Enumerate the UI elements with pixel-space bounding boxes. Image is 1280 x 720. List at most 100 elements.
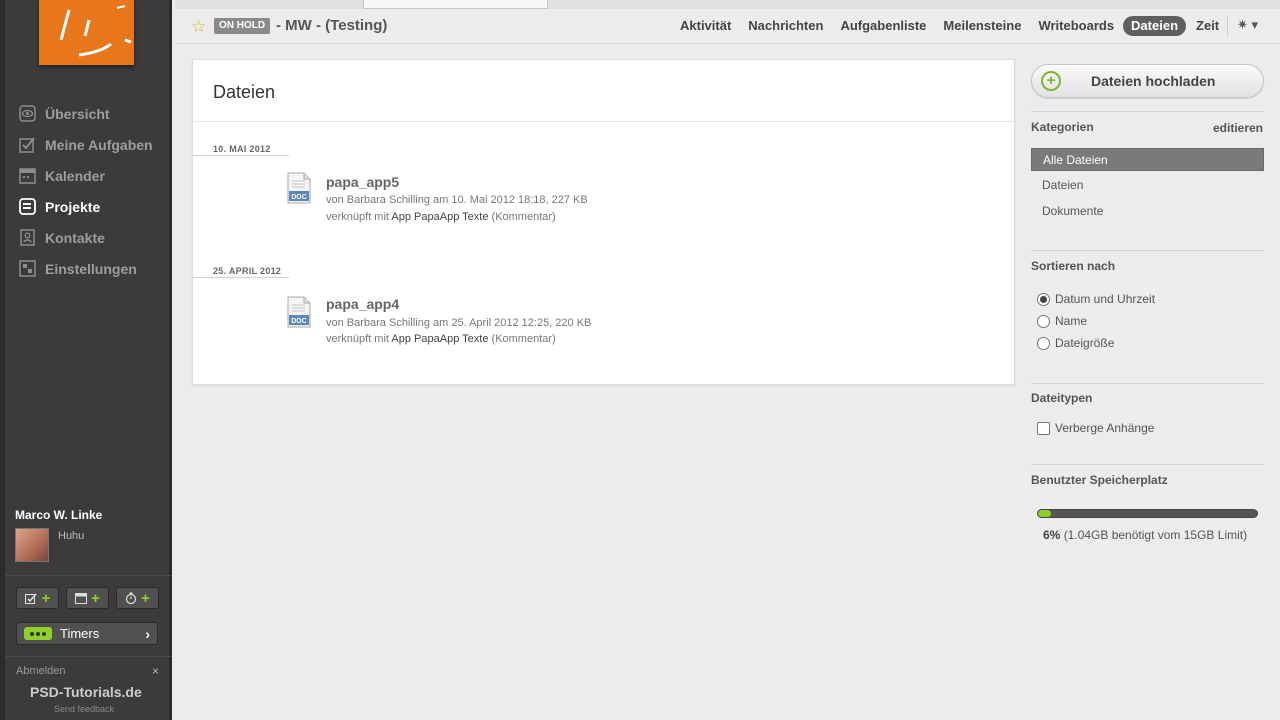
upload-label: Dateien hochladen	[1091, 73, 1216, 89]
category-all-files[interactable]: Alle Dateien	[1031, 148, 1264, 171]
date-underline	[193, 155, 289, 156]
app-logo[interactable]	[39, 0, 134, 65]
sort-option-label: Dateigröße	[1055, 336, 1115, 350]
section-divider	[1031, 383, 1264, 384]
storage-detail: (1.04GB benötigt vom 15GB Limit)	[1063, 528, 1248, 542]
tab-time[interactable]: Zeit	[1196, 16, 1219, 36]
user-status[interactable]: Huhu	[58, 530, 84, 542]
browser-tab-strip	[175, 0, 1280, 9]
sort-option-label: Datum und Uhrzeit	[1055, 292, 1156, 306]
sort-option-date[interactable]: Datum und Uhrzeit	[1037, 292, 1155, 306]
storage-progress-fill	[1038, 510, 1052, 517]
date-heading: 25. APRIL 2012	[213, 266, 282, 276]
nav-item-contacts[interactable]: Kontakte	[18, 222, 168, 253]
files-panel: Dateien 10. MAI 2012 DOC papa_app5 von B…	[192, 59, 1015, 385]
radio-button[interactable]	[1037, 336, 1050, 350]
eye-icon	[18, 104, 37, 123]
hide-attachments-option[interactable]: Verberge Anhänge	[1037, 421, 1154, 435]
logout-link[interactable]: Abmelden	[16, 665, 66, 677]
timer-icon	[24, 627, 52, 640]
file-linked-info: verknüpft mit App PapaApp Texte (Komment…	[326, 333, 556, 345]
project-tabs: Aktivität Nachrichten Aufgabenliste Meil…	[680, 16, 1236, 36]
send-feedback-link[interactable]: Send feedback	[54, 704, 114, 714]
radio-selected-dot	[1040, 295, 1047, 303]
storage-progress-bar	[1037, 509, 1258, 518]
nav-item-my-tasks[interactable]: Meine Aufgaben	[18, 129, 168, 160]
section-divider	[1031, 250, 1264, 251]
add-task-button[interactable]: +	[16, 587, 59, 609]
hide-attachments-checkbox[interactable]	[1037, 421, 1050, 435]
tab-messages[interactable]: Nachrichten	[748, 16, 823, 36]
file-name-link[interactable]: papa_app5	[326, 174, 399, 190]
sort-option-name[interactable]: Name	[1037, 314, 1087, 328]
plus-icon: +	[91, 589, 100, 607]
add-event-button[interactable]: +	[66, 587, 109, 609]
svg-text:DOC: DOC	[291, 194, 307, 201]
storage-percent: 6%	[1043, 528, 1061, 542]
edit-categories-link[interactable]: editieren	[1213, 121, 1263, 135]
radio-button[interactable]	[1037, 314, 1050, 328]
linked-item-link[interactable]: App PapaApp Texte	[391, 211, 488, 223]
link-prefix: verknüpft mit	[326, 333, 389, 345]
svg-text:DOC: DOC	[291, 318, 307, 325]
nav-item-overview[interactable]: Übersicht	[18, 98, 168, 129]
sort-option-size[interactable]: Dateigröße	[1037, 336, 1114, 350]
upload-files-button[interactable]: + Dateien hochladen	[1031, 64, 1264, 98]
file-name-link[interactable]: papa_app4	[326, 296, 399, 312]
page-title: Dateien	[213, 82, 276, 102]
sidebar-divider	[5, 575, 172, 576]
category-documents[interactable]: Dokumente	[1031, 200, 1264, 223]
browser-tab[interactable]	[363, 0, 548, 9]
close-icon[interactable]: ×	[152, 664, 159, 678]
sort-option-label: Name	[1055, 314, 1088, 328]
settings-icon	[18, 259, 37, 278]
project-title: - MW - (Testing)	[276, 17, 388, 34]
link-suffix: (Kommentar)	[491, 333, 556, 345]
linked-item-link[interactable]: App PapaApp Texte	[391, 333, 488, 345]
user-name[interactable]: Marco W. Linke	[15, 508, 102, 522]
tab-activity[interactable]: Aktivität	[680, 16, 731, 36]
nav-label: Kalender	[45, 167, 105, 184]
categories-heading: Kategorien	[1031, 120, 1094, 134]
doc-file-icon[interactable]: DOC	[287, 172, 311, 204]
nav-item-settings[interactable]: Einstellungen	[18, 253, 168, 284]
tab-milestones[interactable]: Meilensteine	[943, 16, 1021, 36]
sidebar-edge	[0, 0, 5, 720]
tab-separator	[1227, 16, 1228, 36]
date-heading: 10. MAI 2012	[213, 144, 271, 154]
radio-button[interactable]	[1037, 292, 1050, 306]
sidebar-divider	[5, 656, 172, 657]
storage-heading: Benutzter Speicherplatz	[1031, 473, 1168, 487]
tab-files[interactable]: Dateien	[1123, 16, 1187, 36]
star-icon[interactable]: ☆	[191, 17, 206, 37]
nav-item-projects[interactable]: Projekte	[18, 191, 168, 222]
filetypes-heading: Dateitypen	[1031, 391, 1093, 405]
stopwatch-icon	[126, 592, 137, 604]
plus-circle-icon: +	[1041, 71, 1061, 91]
project-header: ☆ ON HOLD - MW - (Testing) Aktivität Nac…	[175, 9, 1280, 44]
category-files[interactable]: Dateien	[1031, 174, 1264, 197]
checkbox-icon	[18, 135, 37, 154]
section-divider	[1031, 111, 1264, 112]
timers-label: Timers	[60, 626, 100, 641]
nav-label: Kontakte	[45, 229, 105, 246]
tab-task-list[interactable]: Aufgabenliste	[840, 16, 926, 36]
doc-file-icon[interactable]: DOC	[287, 296, 311, 328]
link-prefix: verknüpft mit	[326, 211, 389, 223]
sidebar: Übersicht Meine Aufgaben Kalender Projek…	[0, 0, 172, 720]
folder-icon	[18, 197, 37, 216]
nav-label: Einstellungen	[45, 260, 137, 277]
nav-label: Meine Aufgaben	[45, 136, 153, 153]
nav-item-calendar[interactable]: Kalender	[18, 160, 168, 191]
add-timer-button[interactable]: +	[116, 587, 159, 609]
plus-icon: +	[141, 589, 150, 607]
chevron-right-icon: ›	[145, 625, 150, 642]
timers-button[interactable]: Timers ›	[16, 622, 158, 645]
sort-heading: Sortieren nach	[1031, 259, 1116, 273]
tab-writeboards[interactable]: Writeboards	[1038, 16, 1114, 36]
gear-icon[interactable]: ✷ ▾	[1237, 17, 1258, 33]
status-badge: ON HOLD	[214, 18, 271, 34]
hide-attachments-label: Verberge Anhänge	[1055, 421, 1155, 435]
date-underline	[193, 277, 289, 278]
avatar[interactable]	[15, 528, 49, 562]
